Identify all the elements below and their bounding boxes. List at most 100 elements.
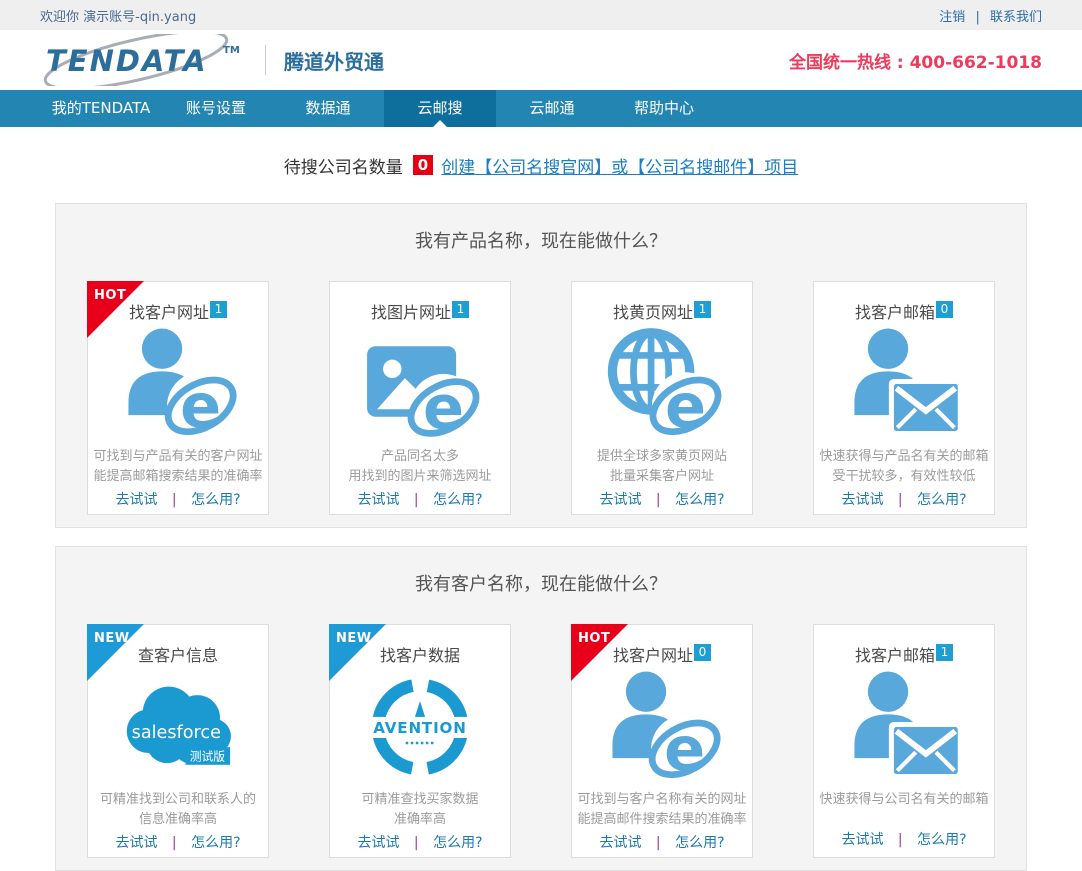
card-title: 找客户数据 (380, 646, 460, 665)
card-title-row: 找客户网址0 (613, 642, 711, 664)
feature-card: 找客户邮箱1 快速获得与公司名有关的邮箱 去试试 | 怎么用? (813, 624, 995, 858)
card-count-badge: 1 (936, 644, 953, 661)
card-desc: 可找到与客户名称有关的网址能提高邮件搜索结果的准确率 (577, 790, 746, 830)
feature-section-1: 我有产品名称，现在能做什么？ HOT 找客户网址1 e 可找到与产品有关的客户网… (55, 203, 1027, 528)
svg-text:e: e (665, 372, 706, 442)
card-desc-line: 批量采集客户网址 (597, 467, 727, 487)
pending-count-label: 待搜公司名数量 (284, 153, 403, 178)
svg-text:e: e (664, 715, 705, 785)
card-desc: 可精准查找买家数据准确率高 (361, 790, 478, 830)
card-desc-line: 快速获得与公司名有关的邮箱 (819, 790, 988, 810)
nav-tab-6[interactable]: 帮助中心 (608, 90, 720, 127)
card-desc: 可精准找到公司和联系人的信息准确率高 (100, 790, 256, 830)
nav-tab-label: 我的TENDATA (52, 99, 151, 117)
nav-tab-1[interactable]: 我的TENDATA (42, 90, 160, 127)
welcome-text: 欢迎你 演示账号-qin.yang (40, 6, 196, 25)
card-row: HOT 找客户网址1 e 可找到与产品有关的客户网址能提高邮箱搜索结果的准确率 … (56, 253, 1026, 515)
card-desc-line: 可找到与客户名称有关的网址 (577, 790, 746, 810)
card-title-row: 找客户数据 (380, 642, 460, 664)
section-title: 我有产品名称，现在能做什么？ (56, 204, 1026, 253)
try-link[interactable]: 去试试 (599, 835, 641, 851)
corner-badge-label: HOT (578, 631, 610, 646)
try-link[interactable]: 去试试 (115, 492, 157, 508)
svg-text:e: e (423, 374, 464, 444)
svg-text:AVENTION: AVENTION (373, 719, 466, 737)
card-links: 去试试 | 怎么用? (599, 830, 724, 857)
try-link[interactable]: 去试试 (841, 832, 883, 848)
nav-tab-label: 云邮搜 (417, 99, 462, 117)
link-separator: | (898, 492, 903, 508)
how-link[interactable]: 怎么用? (917, 492, 966, 508)
how-link[interactable]: 怎么用? (675, 835, 724, 851)
card-title: 找客户网址 (129, 303, 209, 322)
card-count-badge: 1 (452, 301, 469, 318)
contact-link[interactable]: 联系我们 (990, 10, 1042, 25)
try-link[interactable]: 去试试 (357, 492, 399, 508)
main-content: 我有产品名称，现在能做什么？ HOT 找客户网址 1 e 可找到与产品有关的客户网… (0, 203, 1082, 871)
nav-tab-3[interactable]: 数据通 (272, 90, 384, 127)
card-title-row: 找客户邮箱0 (855, 299, 953, 321)
person-mail-icon (814, 664, 994, 790)
card-desc-line: 提供全球多家黄页网站 (597, 447, 727, 467)
card-count-badge: 0 (694, 644, 711, 661)
link-separator: | (172, 492, 177, 508)
card-links: 去试试 | 怎么用? (599, 487, 724, 514)
card-title-row: 找黄页网址1 (613, 299, 711, 321)
nav-tab-4[interactable]: 云邮搜 (384, 90, 496, 127)
how-link[interactable]: 怎么用? (433, 835, 482, 851)
feature-card: NEW 找客户数据 AVENTION 可精准查找买家数据准确率高 去试试 | 怎… (329, 624, 511, 858)
link-separator: | (656, 492, 661, 508)
card-desc-line: 准确率高 (361, 810, 478, 830)
image-ie-icon: e (330, 321, 510, 447)
card-desc: 快速获得与产品名有关的邮箱受干扰较多，有效性较低 (819, 447, 988, 487)
nav-tab-label: 账号设置 (186, 99, 246, 117)
tendata-logo[interactable]: TENDATA TM (40, 34, 255, 86)
feature-card: NEW 查客户信息 salesforce测试版 可精准找到公司和联系人的信息准确… (87, 624, 269, 858)
card-desc-line: 用找到的图片来筛选网址 (348, 467, 491, 487)
how-link[interactable]: 怎么用? (191, 492, 240, 508)
main-nav: 我的TENDATA 账号设置 数据通 云邮搜 云邮通 帮助中心 (0, 90, 1082, 127)
person-mail-icon (814, 321, 994, 447)
card-links: 去试试 | 怎么用? (357, 487, 482, 514)
try-link[interactable]: 去试试 (599, 492, 641, 508)
card-count-badge: 1 (694, 301, 711, 318)
subheader: 待搜公司名数量 0 创建【公司名搜官网】或【公司名搜邮件】项目 (0, 127, 1082, 203)
logout-link[interactable]: 注销 (939, 10, 965, 25)
card-desc-line: 能提高邮箱搜索结果的准确率 (93, 467, 262, 487)
hotline: 全国统一热线 : 400-662-1018 (789, 48, 1042, 73)
svg-text:e: e (180, 372, 221, 442)
how-link[interactable]: 怎么用? (191, 835, 240, 851)
nav-tab-2[interactable]: 账号设置 (160, 90, 272, 127)
header: TENDATA TM 腾道外贸通 全国统一热线 : 400-662-1018 (0, 30, 1082, 90)
try-link[interactable]: 去试试 (115, 835, 157, 851)
topbar-divider: | (975, 10, 979, 25)
person-ie-icon: e (88, 321, 268, 447)
card-desc-line: 产品同名太多 (348, 447, 491, 467)
nav-tab-5[interactable]: 云邮通 (496, 90, 608, 127)
globe-ie-icon: e (572, 321, 752, 447)
logo-tm: TM (223, 45, 240, 56)
logo-divider (265, 45, 266, 75)
person-ie-icon: e (572, 664, 752, 790)
card-title-row: 找客户邮箱1 (855, 642, 953, 664)
svg-text:测试版: 测试版 (190, 750, 225, 764)
card-links: 去试试 | 怎么用? (357, 830, 482, 857)
nav-tab-label: 帮助中心 (634, 99, 694, 117)
create-project-link[interactable]: 创建【公司名搜官网】或【公司名搜邮件】项目 (441, 153, 798, 178)
card-title: 找客户邮箱 (855, 646, 935, 665)
try-link[interactable]: 去试试 (841, 492, 883, 508)
how-link[interactable]: 怎么用? (433, 492, 482, 508)
how-link[interactable]: 怎么用? (675, 492, 724, 508)
card-title-row: 查客户信息 (138, 642, 218, 664)
card-desc-line: 可找到与产品有关的客户网址 (93, 447, 262, 467)
avention-icon: AVENTION (330, 664, 510, 790)
salesforce-icon: salesforce 测试版 (88, 664, 268, 790)
card-title: 找黄页网址 (613, 303, 693, 322)
card-desc: 产品同名太多用找到的图片来筛选网址 (348, 447, 491, 487)
how-link[interactable]: 怎么用? (917, 832, 966, 848)
card-desc-line: 快速获得与产品名有关的邮箱 (819, 447, 988, 467)
card-title: 找客户邮箱 (855, 303, 935, 322)
svg-text:salesforce: salesforce (132, 723, 221, 743)
try-link[interactable]: 去试试 (357, 835, 399, 851)
card-desc-line: 可精准查找买家数据 (361, 790, 478, 810)
